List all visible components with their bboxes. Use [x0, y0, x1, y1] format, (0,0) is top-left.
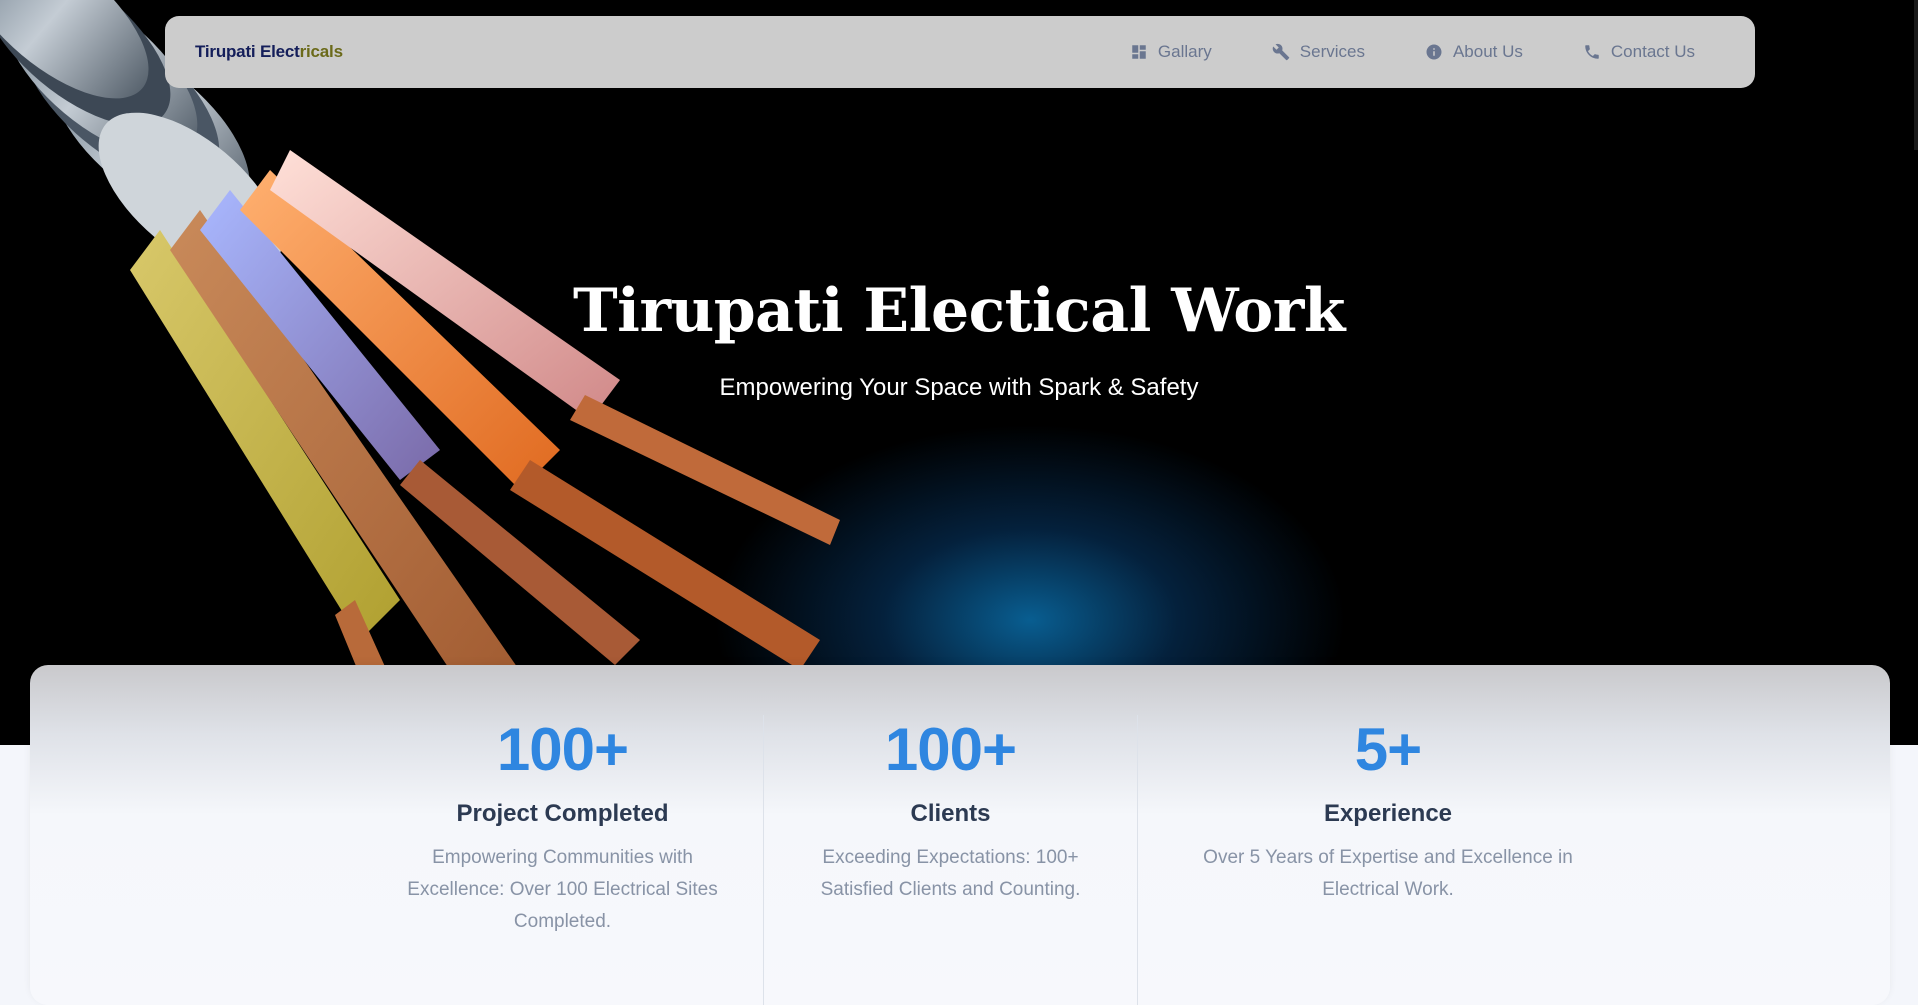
nav-links: Gallary Services About Us Contact Us — [1070, 42, 1695, 62]
scrollbar[interactable] — [1914, 0, 1918, 150]
nav-item-about-us[interactable]: About Us — [1425, 42, 1523, 62]
nav-item-contact-us[interactable]: Contact Us — [1583, 42, 1695, 62]
stat-projects: 100+ Project Completed Empowering Commun… — [375, 715, 750, 1005]
stat-value: 100+ — [884, 716, 1017, 783]
nav-item-gallary[interactable]: Gallary — [1130, 42, 1212, 62]
stat-description: Empowering Communities with Excellence: … — [407, 847, 718, 932]
stats-card: 100+ Project Completed Empowering Commun… — [30, 665, 1890, 1005]
brand-name-part2: ricals — [299, 42, 343, 61]
brand-logo[interactable]: Tirupati Electricals — [195, 42, 343, 62]
nav-item-services[interactable]: Services — [1272, 42, 1365, 62]
stat-value: 5+ — [1354, 716, 1422, 783]
nav-item-label: About Us — [1452, 42, 1523, 61]
stat-clients: 100+ Clients Exceeding Expectations: 100… — [763, 715, 1138, 1005]
brand-name-part1: Tirupati Elect — [195, 42, 300, 61]
electrical-cables-image — [0, 0, 840, 700]
hero-subtitle: Empowering Your Space with Spark & Safet… — [719, 374, 1199, 401]
wrench-icon — [1272, 43, 1290, 61]
stat-title: Project Completed — [456, 800, 669, 827]
stat-experience: 5+ Experience Over 5 Years of Expertise … — [1138, 715, 1638, 1005]
stat-description: Over 5 Years of Expertise and Excellence… — [1203, 847, 1573, 900]
dashboard-icon — [1132, 45, 1146, 59]
nav-item-label: Services — [1299, 42, 1365, 61]
stat-title: Clients — [910, 800, 991, 827]
nav-item-label: Contact Us — [1610, 42, 1695, 61]
stat-title: Experience — [1323, 800, 1453, 827]
hero-title: Tirupati Electical Work — [573, 276, 1345, 346]
phone-icon — [1585, 45, 1599, 59]
stat-description: Exceeding Expectations: 100+ Satisfied C… — [820, 847, 1081, 900]
nav-item-label: Gallary — [1157, 42, 1212, 61]
top-navbar: Tirupati Electricals Gallary Services Ab… — [165, 16, 1755, 88]
info-icon — [1426, 44, 1442, 60]
stat-value: 100+ — [496, 716, 629, 783]
hero-section: Tirupati Electricals Gallary Services Ab… — [0, 0, 1918, 745]
